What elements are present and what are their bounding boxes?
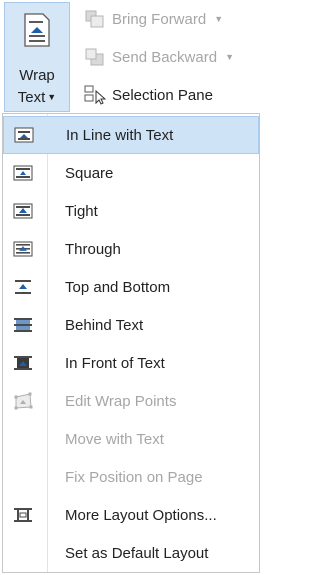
chevron-down-icon: ▼ bbox=[214, 14, 224, 24]
wrap-text-menu: In Line with Text Square Tight Through T bbox=[2, 113, 260, 573]
menu-item-label: Square bbox=[65, 164, 114, 182]
selection-pane-label: Selection Pane bbox=[112, 86, 213, 104]
inline-with-text-icon bbox=[6, 117, 42, 153]
top-bottom-wrap-icon bbox=[5, 268, 41, 306]
menu-item-label: Set as Default Layout bbox=[65, 544, 209, 562]
selection-pane-icon bbox=[84, 85, 106, 105]
bring-forward-button[interactable]: Bring Forward ▼ bbox=[84, 6, 223, 32]
menu-item-in-line-with-text[interactable]: In Line with Text bbox=[3, 116, 259, 154]
square-wrap-icon bbox=[5, 154, 41, 192]
menu-item-label: In Front of Text bbox=[65, 354, 165, 372]
bring-forward-icon bbox=[84, 9, 106, 29]
in-front-of-text-icon bbox=[5, 344, 41, 382]
wrap-text-icon bbox=[23, 13, 51, 47]
selection-pane-button[interactable]: Selection Pane bbox=[84, 82, 213, 108]
layout-options-icon bbox=[5, 496, 41, 534]
menu-item-set-as-default-layout[interactable]: Set as Default Layout bbox=[3, 534, 259, 572]
menu-item-label: Edit Wrap Points bbox=[65, 392, 177, 410]
menu-item-label: Tight bbox=[65, 202, 98, 220]
menu-item-through[interactable]: Through bbox=[3, 230, 259, 268]
behind-text-icon bbox=[5, 306, 41, 344]
wrap-text-label-line2: Text ▼ bbox=[17, 89, 57, 106]
menu-item-label: Move with Text bbox=[65, 430, 164, 448]
menu-item-top-and-bottom[interactable]: Top and Bottom bbox=[3, 268, 259, 306]
wrap-text-button[interactable]: Wrap Text ▼ bbox=[4, 2, 70, 112]
menu-item-label: Fix Position on Page bbox=[65, 468, 203, 486]
send-backward-icon bbox=[84, 47, 106, 67]
menu-item-move-with-text[interactable]: Move with Text bbox=[3, 420, 259, 458]
wrap-text-label-line1: Wrap bbox=[19, 67, 55, 84]
edit-wrap-points-icon bbox=[5, 382, 41, 420]
menu-item-tight[interactable]: Tight bbox=[3, 192, 259, 230]
menu-item-label: In Line with Text bbox=[66, 126, 174, 144]
wrap-text-dropdown-screen: Wrap Text ▼ Bring Forward ▼ Send Backward… bbox=[0, 0, 262, 575]
menu-item-in-front-of-text[interactable]: In Front of Text bbox=[3, 344, 259, 382]
menu-item-label: More Layout Options... bbox=[65, 506, 217, 524]
bring-forward-label: Bring Forward bbox=[112, 10, 207, 28]
menu-item-label: Through bbox=[65, 240, 121, 258]
chevron-down-icon: ▼ bbox=[47, 92, 57, 102]
send-backward-label: Send Backward bbox=[112, 48, 218, 66]
menu-item-square[interactable]: Square bbox=[3, 154, 259, 192]
menu-item-behind-text[interactable]: Behind Text bbox=[3, 306, 259, 344]
through-wrap-icon bbox=[5, 230, 41, 268]
menu-item-more-layout-options[interactable]: More Layout Options... bbox=[3, 496, 259, 534]
menu-item-edit-wrap-points[interactable]: Edit Wrap Points bbox=[3, 382, 259, 420]
menu-item-fix-position-on-page[interactable]: Fix Position on Page bbox=[3, 458, 259, 496]
ribbon-arrange-group: Wrap Text ▼ Bring Forward ▼ Send Backward… bbox=[0, 0, 262, 112]
chevron-down-icon: ▼ bbox=[225, 52, 234, 62]
tight-wrap-icon bbox=[5, 192, 41, 230]
send-backward-button[interactable]: Send Backward ▼ bbox=[84, 44, 234, 70]
menu-item-label: Top and Bottom bbox=[65, 278, 171, 296]
menu-item-label: Behind Text bbox=[65, 316, 144, 334]
